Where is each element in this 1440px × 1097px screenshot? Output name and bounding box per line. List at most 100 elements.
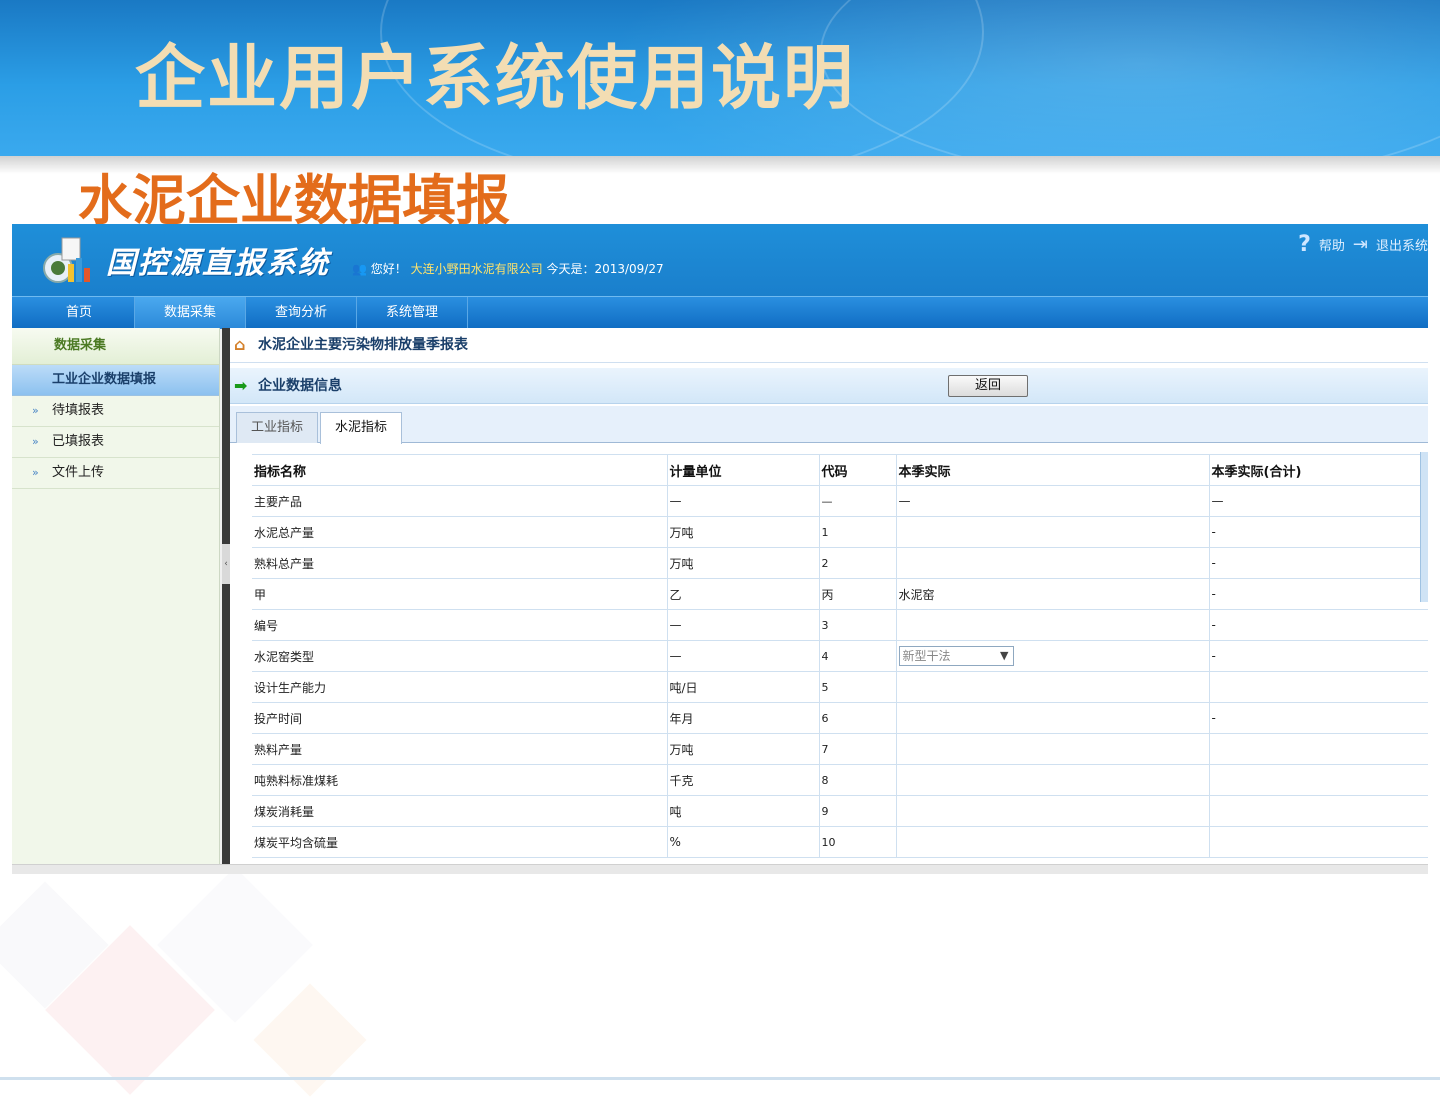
cell-actual: 新型干法 ▼: [896, 640, 1210, 672]
cell-total: -: [1209, 516, 1428, 548]
cell-total: -: [1209, 609, 1428, 641]
cell-indicator: 熟料总产量: [252, 547, 668, 579]
table-row: 熟料总产量 万吨 2 -: [252, 547, 1428, 579]
table-row: 编号 —3 -: [252, 609, 1428, 641]
cell-unit: 吨: [667, 795, 820, 827]
indicator-table: 指标名称 计量单位 代码 本季实际 本季实际(合计) 主要产品 — — — — 水泥总产…: [252, 454, 1428, 858]
table-row: 煤炭平均含硫量% 10: [252, 826, 1428, 858]
cell-unit: %: [667, 826, 820, 858]
user-icon: 👥: [352, 262, 371, 276]
double-chevron-icon: »: [32, 466, 39, 479]
table-row: 煤炭消耗量吨 9: [252, 795, 1428, 827]
sidebar-item-label: 已填报表: [52, 434, 105, 449]
cell-indicator: 甲: [252, 578, 668, 610]
sidebar-splitter[interactable]: ‹: [222, 328, 230, 874]
cell-unit: —: [667, 640, 820, 672]
logout-icon[interactable]: ⇥: [1353, 234, 1368, 255]
cell-unit: 万吨: [667, 733, 820, 765]
logo-icon: [43, 237, 90, 283]
cell-total: -: [1209, 702, 1428, 734]
app-header: 国控源直报系统 👥 您好！ 大连小野田水泥有限公司 今天是：2013/09/27…: [12, 224, 1428, 296]
logout-link[interactable]: 退出系统: [1376, 235, 1428, 254]
double-chevron-icon: »: [32, 404, 39, 417]
breadcrumb: ⌂ 水泥企业主要污染物排放量季报表: [230, 328, 1428, 363]
sidebar-header: 数据采集: [12, 328, 219, 365]
cell-indicator: 水泥窑类型: [252, 640, 668, 672]
cell-actual-input[interactable]: [896, 826, 1210, 858]
cell-indicator: 投产时间: [252, 702, 668, 734]
table-row: 吨熟料标准煤耗 千克 8: [252, 764, 1428, 796]
cell-code: —: [819, 485, 897, 517]
tab-bar: 工业指标 水泥指标: [230, 406, 1428, 444]
cell-actual-input[interactable]: [896, 671, 1210, 703]
cell-total: —: [1209, 485, 1428, 517]
breadcrumb-title: 水泥企业主要污染物排放量季报表: [258, 337, 468, 353]
cell-code: 2: [819, 547, 897, 579]
table-header-row: 指标名称 计量单位 代码 本季实际 本季实际(合计): [252, 454, 1428, 486]
tab-industrial-indicators[interactable]: 工业指标: [236, 412, 319, 443]
table-row: 水泥总产量 万吨 1 -: [252, 516, 1428, 548]
cell-indicator: 煤炭平均含硫量: [252, 826, 668, 858]
nav-system-management[interactable]: 系统管理: [357, 297, 468, 329]
col-header: 代码: [819, 454, 897, 486]
tab-cement-indicators[interactable]: 水泥指标: [320, 412, 403, 444]
cell-actual-input[interactable]: [896, 609, 1210, 641]
collapse-handle[interactable]: ‹: [222, 544, 230, 584]
cell-unit: —: [667, 485, 820, 517]
cell-indicator: 编号: [252, 609, 668, 641]
cell-code: 8: [819, 764, 897, 796]
cell-unit: 年月: [667, 702, 820, 734]
cell-actual-input[interactable]: [896, 733, 1210, 765]
sidebar: 数据采集 工业企业数据填报 » 待填报表 » 已填报表 » 文件上传: [12, 328, 220, 874]
sidebar-item-submitted-reports[interactable]: » 已填报表: [12, 427, 219, 458]
col-header: 本季实际(合计): [1209, 454, 1428, 486]
help-icon[interactable]: ?: [1298, 232, 1311, 257]
cell-code: 10: [819, 826, 897, 858]
kiln-type-value: 新型干法: [902, 649, 951, 663]
cell-code: 5: [819, 671, 897, 703]
system-name: 国控源直报系统: [106, 246, 330, 281]
table-row: 甲乙丙水泥窑 -: [252, 578, 1428, 610]
sidebar-item-industrial-data[interactable]: 工业企业数据填报: [12, 365, 219, 396]
cell-total: [1209, 671, 1428, 703]
back-button[interactable]: 返回: [948, 375, 1028, 397]
app-status-bar: [12, 864, 1428, 874]
cell-actual-input[interactable]: [896, 795, 1210, 827]
cell-actual-input[interactable]: [896, 547, 1210, 579]
sidebar-item-file-upload[interactable]: » 文件上传: [12, 458, 219, 489]
cell-total: -: [1209, 640, 1428, 672]
cell-indicator: 煤炭消耗量: [252, 795, 668, 827]
table-row: 熟料产量 万吨 7: [252, 733, 1428, 765]
cell-unit: 千克: [667, 764, 820, 796]
cell-actual-input[interactable]: [896, 516, 1210, 548]
date-label: 今天是：2013/09/27: [546, 262, 664, 276]
table-row: 主要产品 — — — —: [252, 485, 1428, 517]
cell-unit: 吨/日: [667, 671, 820, 703]
cell-code: 9: [819, 795, 897, 827]
cell-actual-input[interactable]: [896, 764, 1210, 796]
section-title: 企业数据信息: [258, 378, 342, 394]
greeting-prefix: 您好！: [370, 262, 407, 276]
kiln-type-select[interactable]: 新型干法 ▼: [898, 646, 1014, 666]
side-help-panel[interactable]: [1420, 452, 1428, 602]
cell-code: 7: [819, 733, 897, 765]
table-row: 投产时间 年月 6 -: [252, 702, 1428, 734]
cell-code: 1: [819, 516, 897, 548]
nav-home[interactable]: 首页: [24, 297, 135, 329]
top-links: ? 帮助 ⇥ 退出系统: [1298, 232, 1428, 257]
nav-data-collection[interactable]: 数据采集: [135, 297, 246, 329]
arrow-right-icon: ➡: [234, 376, 248, 395]
nav-query-analysis[interactable]: 查询分析: [246, 297, 357, 329]
sidebar-item-pending-reports[interactable]: » 待填报表: [12, 396, 219, 427]
cell-total: [1209, 733, 1428, 765]
cell-unit: 万吨: [667, 547, 820, 579]
company-name: 大连小野田水泥有限公司: [410, 262, 543, 276]
main-content: ⌂ 水泥企业主要污染物排放量季报表 ➡ 企业数据信息 返回 工业指标 水泥指标 …: [230, 328, 1428, 874]
cell-unit: 乙: [667, 578, 820, 610]
cell-indicator: 主要产品: [252, 485, 668, 517]
cell-actual: 水泥窑: [896, 578, 1210, 610]
cell-actual-input[interactable]: [896, 702, 1210, 734]
cell-code: 3: [819, 609, 897, 641]
table-row: 水泥窑类型 —4 新型干法 ▼ -: [252, 640, 1428, 672]
help-link[interactable]: 帮助: [1319, 235, 1345, 254]
